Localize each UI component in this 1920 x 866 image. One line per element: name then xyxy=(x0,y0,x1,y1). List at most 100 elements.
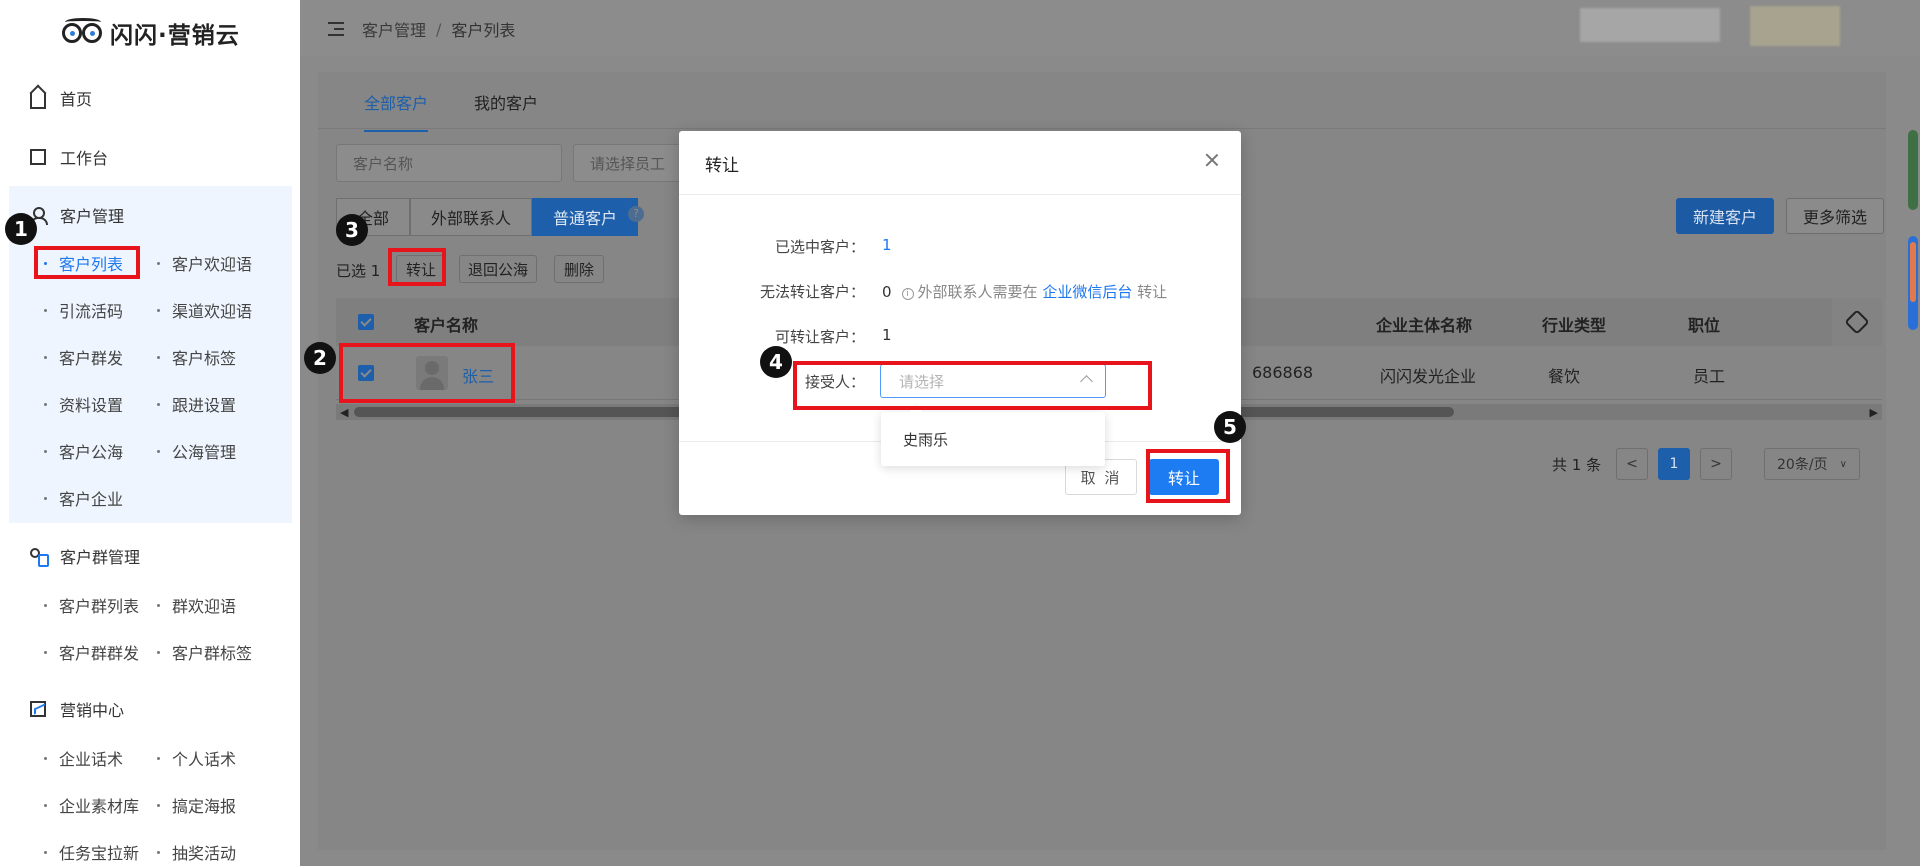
segment-external[interactable]: 外部联系人 xyxy=(410,198,533,236)
sidebar-item-channel-welcome[interactable]: 渠道欢迎语 xyxy=(157,298,252,322)
segment-normal[interactable]: 普通客户 xyxy=(532,198,639,236)
delete-button[interactable]: 删除 xyxy=(554,255,604,283)
highlight-box xyxy=(388,248,446,286)
sidebar-group-customer[interactable]: 客户管理 xyxy=(30,203,124,227)
more-filters-button[interactable]: 更多筛选 xyxy=(1786,198,1884,234)
cannot-transfer-row: 0 i 外部联系人需要在 企业微信后台 转让 xyxy=(882,281,1167,302)
cannot-transfer-value: 0 xyxy=(882,283,892,301)
sidebar-item-company-scripts[interactable]: 企业话术 xyxy=(44,746,123,770)
info-icon: i xyxy=(901,288,914,300)
sidebar-item-workbench[interactable]: 工作台 xyxy=(30,145,108,169)
column-header: 行业类型 xyxy=(1542,316,1607,335)
step-badge: 5 xyxy=(1214,411,1246,443)
scroll-right-icon[interactable]: ▶ xyxy=(1870,406,1878,419)
sidebar-item-home[interactable]: 首页 xyxy=(30,86,92,110)
new-customer-button[interactable]: 新建客户 xyxy=(1676,198,1774,234)
sidebar-item-personal-scripts[interactable]: 个人话术 xyxy=(157,746,236,770)
sidebar-group-marketing[interactable]: 营销中心 xyxy=(30,697,124,721)
sidebar-item-mass-message[interactable]: 客户群发 xyxy=(44,345,123,369)
desk-icon xyxy=(30,149,46,165)
highlight-box xyxy=(339,343,515,403)
sidebar-item-lottery[interactable]: 抽奖活动 xyxy=(157,840,236,864)
breadcrumb-separator: / xyxy=(436,19,442,39)
highlight-box xyxy=(1146,449,1230,503)
menu-toggle-icon[interactable] xyxy=(328,22,344,36)
sidebar-item-task-referral[interactable]: 任务宝拉新 xyxy=(44,840,139,864)
column-header: 职位 xyxy=(1688,316,1721,335)
sidebar-item-followup-settings[interactable]: 跟进设置 xyxy=(157,392,236,416)
sidebar-item-material-library[interactable]: 企业素材库 xyxy=(44,793,139,817)
page-1-button[interactable]: 1 xyxy=(1658,448,1690,480)
sidebar-item-customer-pool[interactable]: 客户公海 xyxy=(44,439,123,463)
sidebar-item-profile-settings[interactable]: 资料设置 xyxy=(44,392,123,416)
step-badge: 3 xyxy=(336,214,368,246)
blurred-user-info xyxy=(1580,8,1720,42)
wecom-admin-link[interactable]: 企业微信后台 xyxy=(1042,283,1132,301)
sidebar-item-group-mass-message[interactable]: 客户群群发 xyxy=(44,640,139,664)
sidebar-item-customer-company[interactable]: 客户企业 xyxy=(44,486,123,510)
transfer-note-suffix: 转让 xyxy=(1137,283,1168,301)
breadcrumb: 客户管理 / 客户列表 xyxy=(328,17,515,41)
side-scroll-indicator xyxy=(1906,130,1920,330)
owl-logo-icon xyxy=(62,18,104,47)
group-icon xyxy=(30,548,49,567)
sidebar-item-poster[interactable]: 搞定海报 xyxy=(157,793,236,817)
scroll-left-icon[interactable]: ◀ xyxy=(340,406,348,419)
app-logo[interactable]: 闪闪·营销云 xyxy=(62,16,240,50)
breadcrumb-item[interactable]: 客户管理 xyxy=(362,17,426,41)
sidebar-item-group-welcome[interactable]: 群欢迎语 xyxy=(157,593,236,617)
customer-name-input[interactable]: 客户名称 xyxy=(336,144,562,182)
chevron-down-icon: ∨ xyxy=(1839,458,1847,470)
customer-type-segments: 全部 外部联系人 普通客户 xyxy=(336,198,639,236)
app-name: 闪闪·营销云 xyxy=(110,23,240,49)
top-bar: 客户管理 / 客户列表 xyxy=(300,0,1920,56)
sidebar: 闪闪·营销云 首页 工作台 客户管理 客户列表 客户欢迎语 引流活码 渠道欢迎语… xyxy=(0,0,300,866)
selected-count: 已选 1 xyxy=(336,262,381,280)
breadcrumb-current: 客户列表 xyxy=(451,21,516,40)
table-cell: 686868 xyxy=(1252,363,1314,382)
tab-bar: 全部客户 我的客户 xyxy=(364,90,538,132)
table-cell: 闪闪发光企业 xyxy=(1380,367,1477,386)
receiver-dropdown: 史雨乐 xyxy=(881,412,1105,466)
page-size-select[interactable]: 20条/页 ∨ xyxy=(1764,448,1860,480)
blurred-avatar[interactable] xyxy=(1750,6,1840,46)
sidebar-item-group-list[interactable]: 客户群列表 xyxy=(44,593,139,617)
select-all-checkbox[interactable] xyxy=(358,314,374,330)
step-badge: 2 xyxy=(304,342,336,374)
tab-all-customers[interactable]: 全部客户 xyxy=(364,90,429,132)
close-icon[interactable] xyxy=(1205,153,1219,167)
sidebar-item-pool-management[interactable]: 公海管理 xyxy=(157,439,236,463)
cannot-transfer-label: 无法转让客户： xyxy=(759,283,865,301)
dropdown-option[interactable]: 史雨乐 xyxy=(903,429,948,450)
return-pool-button[interactable]: 退回公海 xyxy=(459,255,537,283)
tab-divider xyxy=(318,128,1886,129)
sidebar-item-customer-tags[interactable]: 客户标签 xyxy=(157,345,236,369)
transfer-note: 外部联系人需要在 xyxy=(917,283,1038,301)
sidebar-item-label: 首页 xyxy=(60,90,93,109)
can-transfer-label: 可转让客户： xyxy=(774,328,865,346)
dialog-divider xyxy=(679,194,1241,195)
prev-page-button[interactable]: < xyxy=(1616,448,1648,480)
can-transfer-value: 1 xyxy=(882,326,892,344)
selected-customers-label: 已选中客户： xyxy=(774,238,865,256)
sidebar-item-group-tags[interactable]: 客户群标签 xyxy=(157,640,252,664)
column-header: 企业主体名称 xyxy=(1376,316,1473,335)
sidebar-group-label: 客户管理 xyxy=(60,207,125,226)
sidebar-item-customer-welcome[interactable]: 客户欢迎语 xyxy=(157,251,252,275)
sidebar-item-traffic-code[interactable]: 引流活码 xyxy=(44,298,123,322)
pagination-total: 共 1 条 xyxy=(1552,455,1602,474)
tab-my-customers[interactable]: 我的客户 xyxy=(474,90,538,132)
chart-icon xyxy=(30,701,46,717)
staff-select[interactable]: 请选择员工 xyxy=(573,144,693,182)
step-badge: 4 xyxy=(760,346,792,378)
sidebar-group-customer-groups[interactable]: 客户群管理 xyxy=(30,544,140,568)
help-icon[interactable]: ? xyxy=(628,206,644,222)
column-settings[interactable] xyxy=(1832,298,1882,346)
table-cell: 员工 xyxy=(1693,367,1726,386)
settings-icon xyxy=(1844,309,1870,335)
next-page-button[interactable]: > xyxy=(1700,448,1732,480)
table-cell: 餐饮 xyxy=(1548,367,1581,386)
column-header: 客户名称 xyxy=(414,316,479,335)
home-icon xyxy=(30,93,46,109)
sidebar-item-label: 工作台 xyxy=(60,149,109,168)
